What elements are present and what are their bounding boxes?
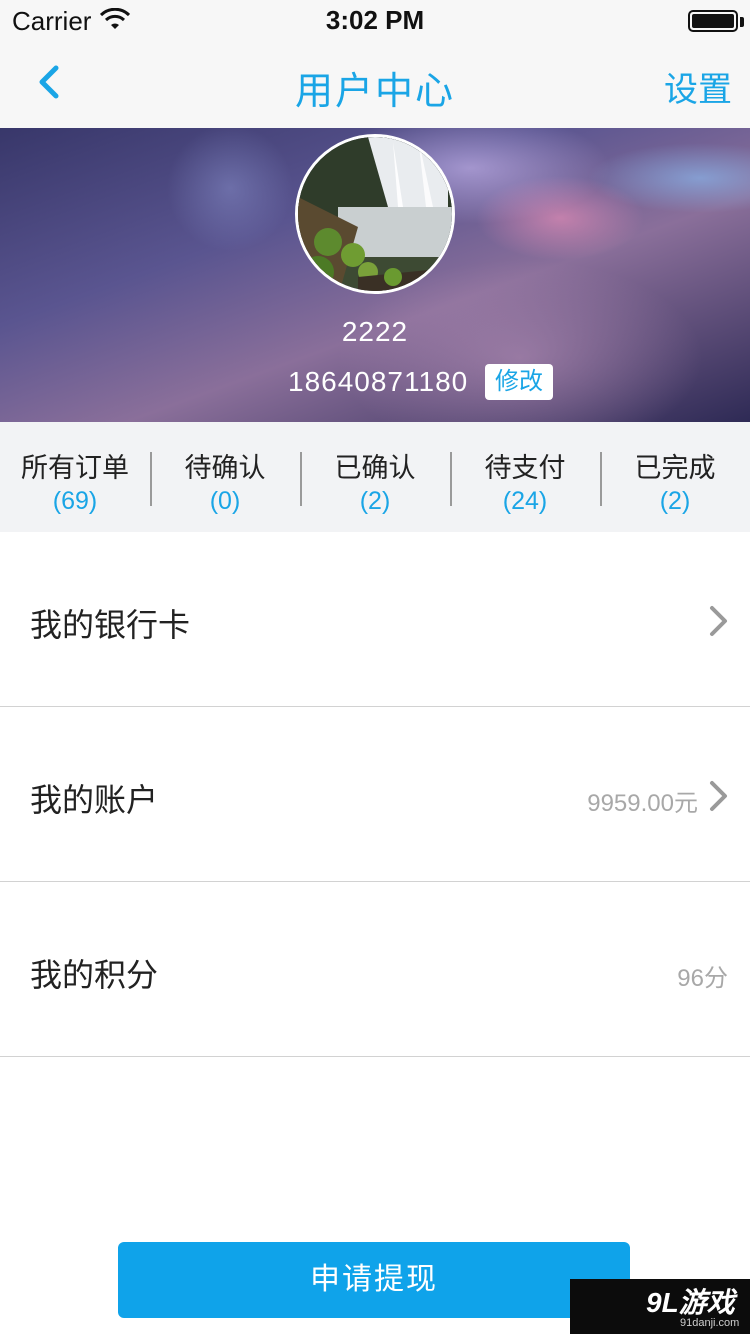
order-stats-bar: 所有订单 (69) 待确认 (0) 已确认 (2) 待支付 (24) 已完成 (… [0, 422, 750, 532]
menu-item-account[interactable]: 我的账户 9959.00元 [0, 707, 750, 882]
menu-item-label: 我的账户 [30, 782, 159, 818]
stat-divider [150, 452, 152, 506]
page-title: 用户中心 [294, 71, 455, 113]
stat-label: 已完成 [634, 453, 716, 483]
stat-divider [300, 452, 302, 506]
stat-confirmed[interactable]: 已确认 (2) [300, 422, 450, 532]
edit-profile-button[interactable]: 修改 [485, 364, 553, 400]
stat-divider [600, 452, 602, 506]
stat-pending-payment[interactable]: 待支付 (24) [450, 422, 600, 532]
battery-tip [740, 17, 744, 27]
stat-count: (0) [209, 487, 241, 515]
stat-label: 待确认 [184, 453, 266, 483]
stat-label: 已确认 [334, 453, 416, 483]
watermark-url: 91danji.com [680, 1317, 740, 1329]
chevron-right-icon [710, 781, 727, 811]
stat-label: 所有订单 [21, 453, 129, 483]
menu-item-label: 我的积分 [30, 957, 159, 993]
nav-bar: 用户中心 设置 [0, 40, 750, 128]
withdraw-button[interactable]: 申请提现 [118, 1242, 630, 1318]
battery-icon [688, 10, 738, 32]
stat-all-orders[interactable]: 所有订单 (69) [0, 422, 150, 532]
profile-header: 2222 18640871180 修改 [0, 128, 750, 422]
phone-number: 18640871180 [288, 366, 469, 397]
status-bar: Carrier 3:02 PM [0, 0, 750, 40]
menu-item-label: 我的银行卡 [30, 607, 191, 643]
stat-pending-confirm[interactable]: 待确认 (0) [150, 422, 300, 532]
stat-count: (2) [659, 487, 691, 515]
stat-label: 待支付 [484, 453, 566, 483]
username: 2222 [341, 316, 409, 347]
avatar[interactable] [295, 134, 455, 294]
stat-count: (24) [502, 487, 548, 515]
points-value: 96分 [677, 965, 728, 992]
menu-item-points[interactable]: 我的积分 96分 [0, 882, 750, 1057]
settings-button[interactable]: 设置 [664, 62, 732, 111]
stat-count: (69) [52, 487, 98, 515]
chevron-right-icon [710, 606, 727, 636]
stat-completed[interactable]: 已完成 (2) [600, 422, 750, 532]
watermark-logo: 9L游戏 [646, 1287, 735, 1318]
stat-divider [450, 452, 452, 506]
stat-count: (2) [359, 487, 391, 515]
watermark: 9L游戏 91danji.com [570, 1279, 750, 1334]
avatar-image [298, 137, 452, 291]
menu-item-bank-card[interactable]: 我的银行卡 [0, 532, 750, 707]
account-balance: 9959.00元 [587, 790, 698, 817]
status-time: 3:02 PM [325, 5, 425, 35]
